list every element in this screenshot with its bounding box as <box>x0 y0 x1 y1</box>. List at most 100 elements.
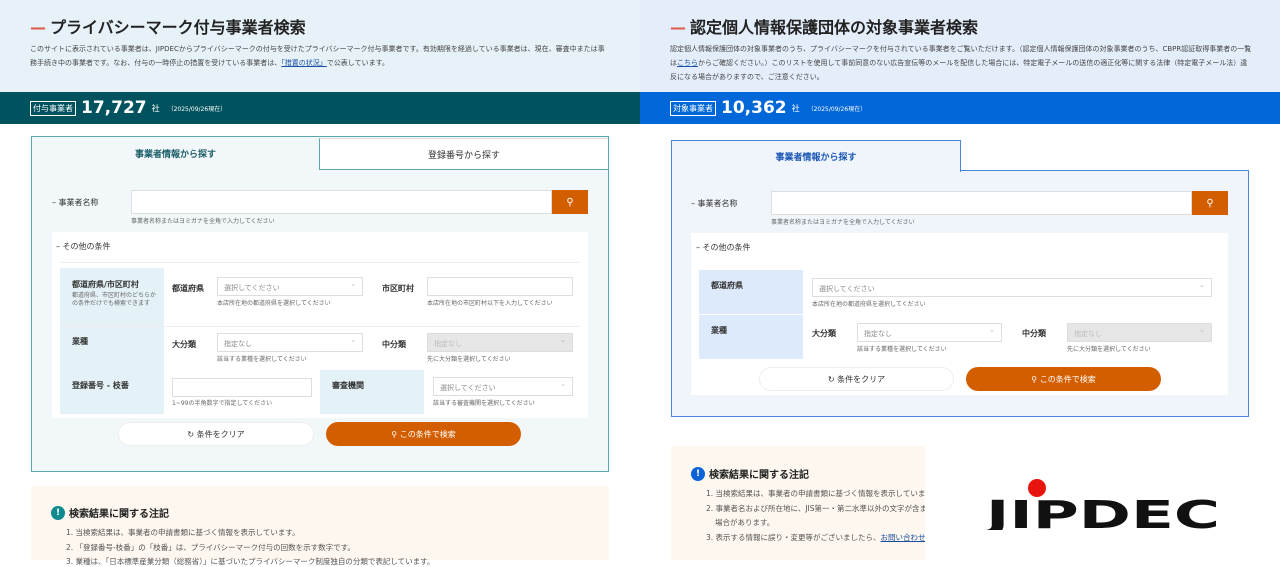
note-item: 2. 「登録番号-枝番」の「枝番」は、プライバシーマーク付与の回数を示す数字です… <box>66 543 355 552</box>
review-org-label: 審査機関 <box>332 381 364 390</box>
minor-category-select[interactable]: 指定なし <box>427 333 573 352</box>
clear-conditions-button[interactable]: ↻ 条件をクリア <box>118 422 314 446</box>
prefecture-hint: 本店所在地の都道府県を選択してください <box>812 301 926 308</box>
search-button[interactable]: ⚲ <box>1192 191 1228 215</box>
major-category-select[interactable]: 指定なし <box>217 333 363 352</box>
prefecture-label: 都道府県 <box>711 281 743 290</box>
page-title: — プライバシーマーク付与事業者検索 <box>30 18 306 37</box>
minor-category-select[interactable]: 指定なし <box>1067 323 1212 342</box>
description: 認定個人情報保護団体の対象事業者のうち、プライバシーマークを付与されている事業者… <box>670 42 1252 84</box>
title-text: 検索結果に関する注記 <box>709 470 809 481</box>
company-name-label: – 事業者名称 <box>691 199 738 208</box>
count-banner: 付与事業者 17,727 社 （2025/09/26現在） <box>0 92 640 124</box>
label-text: その他の条件 <box>702 243 751 252</box>
industry-label: 業種 <box>72 337 88 346</box>
title-text: プライバシーマーク付与事業者検索 <box>50 18 306 37</box>
tab-company-info[interactable]: 事業者情報から探す <box>32 137 319 170</box>
prefecture-hint: 本店所在地の都道府県を選択してください <box>217 300 331 307</box>
desc-text: からご確認ください。）このリストを使用して事前同意のない広告宣伝等のメールを配信… <box>670 59 1248 81</box>
review-org-hint: 該当する審査機関を選択してください <box>433 400 535 407</box>
clear-conditions-button[interactable]: ↻ 条件をクリア <box>759 367 954 391</box>
other-conditions-toggle[interactable]: – その他の条件 <box>56 241 111 252</box>
note-item: 1. 当検索結果は、事業者の申請書類に基づく情報を表示しています。 <box>706 489 925 498</box>
city-hint: 本店所在地の市区町村以下を入力してください <box>427 300 553 307</box>
count-unit: 社 <box>151 103 160 113</box>
cbpr-link[interactable]: こちら <box>677 59 698 67</box>
company-name-label: – 事業者名称 <box>52 198 99 207</box>
as-of-date: （2025/09/26現在） <box>167 105 227 113</box>
certified-org-header: — 認定個人情報保護団体の対象事業者検索 認定個人情報保護団体の対象事業者のうち、… <box>640 0 1280 92</box>
as-of-date: （2025/09/26現在） <box>807 105 867 113</box>
desc-text: で公表しています。 <box>326 59 389 67</box>
note-item: 2. 事業者名および所在地に、JIS第一・第二水準以外の文字が含まれる <box>706 504 925 513</box>
company-name-hint: 事業者名称またはヨミガナを全角で入力してください <box>771 219 915 226</box>
industry-header-cell <box>60 327 164 370</box>
company-name-input[interactable] <box>131 190 552 214</box>
button-label: この条件で検索 <box>399 429 456 439</box>
minor-category-label: 中分類 <box>1022 329 1046 338</box>
search-icon: ⚲ <box>391 429 400 439</box>
minor-category-label: 中分類 <box>382 340 406 349</box>
major-category-hint: 該当する業種を選択してください <box>857 346 947 353</box>
city-input[interactable] <box>427 277 573 296</box>
page-title: — 認定個人情報保護団体の対象事業者検索 <box>670 18 979 37</box>
label-text: その他の条件 <box>62 242 111 251</box>
prefecture-select[interactable]: 選択してください <box>812 278 1212 297</box>
regno-label: 登録番号 - 枝番 <box>72 381 129 390</box>
major-category-label: 大分類 <box>172 340 196 349</box>
description: このサイトに表示されている事業者は、JIPDECからプライバシーマークの付与を受… <box>30 42 608 70</box>
regno-input[interactable] <box>172 378 312 397</box>
other-conditions-toggle[interactable]: – その他の条件 <box>696 242 751 253</box>
search-conditions-button[interactable]: ⚲ この条件で検索 <box>966 367 1161 391</box>
region-label: 都道府県/市区町村 <box>72 280 139 289</box>
search-button[interactable]: ⚲ <box>552 190 588 214</box>
button-label: 条件をクリア <box>196 429 245 439</box>
label-text: 事業者名称 <box>697 199 738 208</box>
button-label: この条件で検索 <box>1039 374 1096 384</box>
count-unit: 社 <box>791 103 800 113</box>
button-label: 条件をクリア <box>837 374 886 384</box>
exclamation-icon: ! <box>691 466 705 481</box>
jipdec-logo-image: JIPDEC <box>981 479 1220 537</box>
prefecture-label: 都道府県 <box>172 284 204 293</box>
major-category-label: 大分類 <box>812 329 836 338</box>
search-icon: ⚲ <box>1031 374 1040 384</box>
company-name-input[interactable] <box>771 191 1192 215</box>
prefecture-select[interactable]: 選択してください <box>217 277 363 296</box>
org-header-cell <box>320 370 424 414</box>
svg-text:JIPDEC: JIPDEC <box>985 493 1220 530</box>
count-value: 17,727 <box>81 98 147 118</box>
tab-registration-number[interactable]: 登録番号から探す <box>319 138 608 170</box>
note-item: 場合があります。 <box>715 518 775 527</box>
major-category-hint: 該当する業種を選択してください <box>217 356 307 363</box>
contact-link[interactable]: お問い合わせ <box>881 533 925 542</box>
prefecture-header-cell <box>699 270 803 314</box>
company-name-hint: 事業者名称またはヨミガナを全角で入力してください <box>131 218 275 225</box>
count-value: 10,362 <box>721 98 787 118</box>
refresh-icon: ↻ <box>827 374 838 384</box>
minor-category-hint: 先に大分類を選択してください <box>427 356 511 363</box>
refresh-icon: ↻ <box>187 429 197 439</box>
industry-header-cell <box>699 315 803 359</box>
label-text: 事業者名称 <box>58 198 99 207</box>
minor-category-hint: 先に大分類を選択してください <box>1067 346 1151 353</box>
title-text: 検索結果に関する注記 <box>69 509 169 520</box>
review-org-select[interactable]: 選択してください <box>433 377 573 396</box>
search-conditions-button[interactable]: ⚲ この条件で検索 <box>326 422 521 446</box>
tab-company-info[interactable]: 事業者情報から探す <box>671 140 961 172</box>
note-item: 3. 業種は、「日本標準産業分類（総務省）」に基づいたプライバシーマーク制度独自… <box>66 557 435 566</box>
notes-title: ! 検索結果に関する注記 <box>51 505 169 520</box>
city-label: 市区町村 <box>382 284 414 293</box>
exclamation-icon: ! <box>51 505 65 520</box>
note-text: 3. 表示する情報に誤り・変更等がございましたら、 <box>706 533 881 542</box>
major-category-select[interactable]: 指定なし <box>857 323 1002 342</box>
notes-title: ! 検索結果に関する注記 <box>691 466 809 481</box>
note-item: 1. 当検索結果は、事業者の申請書類に基づく情報を表示しています。 <box>66 528 300 537</box>
divider <box>60 262 580 263</box>
privacy-mark-header: — プライバシーマーク付与事業者検索 このサイトに表示されている事業者は、JIPD… <box>0 0 640 92</box>
title-text: 認定個人情報保護団体の対象事業者検索 <box>690 18 979 37</box>
regno-header-cell <box>60 370 164 414</box>
measures-link[interactable]: 「措置の状況」 <box>281 59 327 67</box>
search-icon: ⚲ <box>566 196 574 208</box>
count-badge: 付与事業者 <box>30 100 76 116</box>
